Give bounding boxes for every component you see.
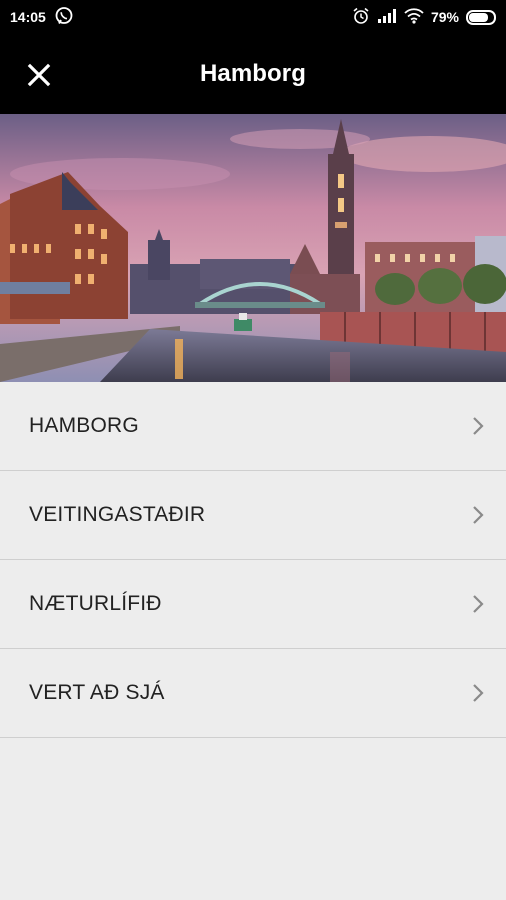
close-icon [27,63,51,87]
menu-item-hamborg[interactable]: HAMBORG [0,382,506,471]
status-bar: 14:05 79% [0,0,506,34]
menu-item-label: VEITINGASTAÐIR [29,503,206,526]
chevron-right-icon [473,417,484,435]
app-bar: Hamborg [0,34,506,114]
alarm-icon [352,7,370,28]
close-button[interactable] [22,58,56,92]
menu-item-vert-ad-sja[interactable]: VERT AÐ SJÁ [0,649,506,738]
hamburg-city-photo [0,114,506,382]
menu-item-naeturlifid[interactable]: NÆTURLÍFIÐ [0,560,506,649]
chevron-right-icon [473,595,484,613]
battery-fill [469,12,488,22]
status-right: 79% [352,7,496,28]
status-time: 14:05 [10,9,46,25]
viber-icon [54,6,74,29]
hero-image [0,114,506,382]
battery-percentage: 79% [430,9,459,25]
page-title: Hamborg [199,60,307,87]
menu-item-label: VERT AÐ SJÁ [29,681,165,704]
wifi-icon [404,7,424,27]
chevron-right-icon [473,506,484,524]
status-left: 14:05 [10,6,74,29]
menu-list: HAMBORG VEITINGASTAÐIR NÆTURLÍFIÐ VERT A… [0,382,506,738]
menu-item-label: HAMBORG [29,414,139,437]
menu-item-veitingastadir[interactable]: VEITINGASTAÐIR [0,471,506,560]
chevron-right-icon [473,684,484,702]
battery-icon [466,9,496,25]
menu-item-label: NÆTURLÍFIÐ [29,592,162,615]
signal-icon [377,8,397,27]
